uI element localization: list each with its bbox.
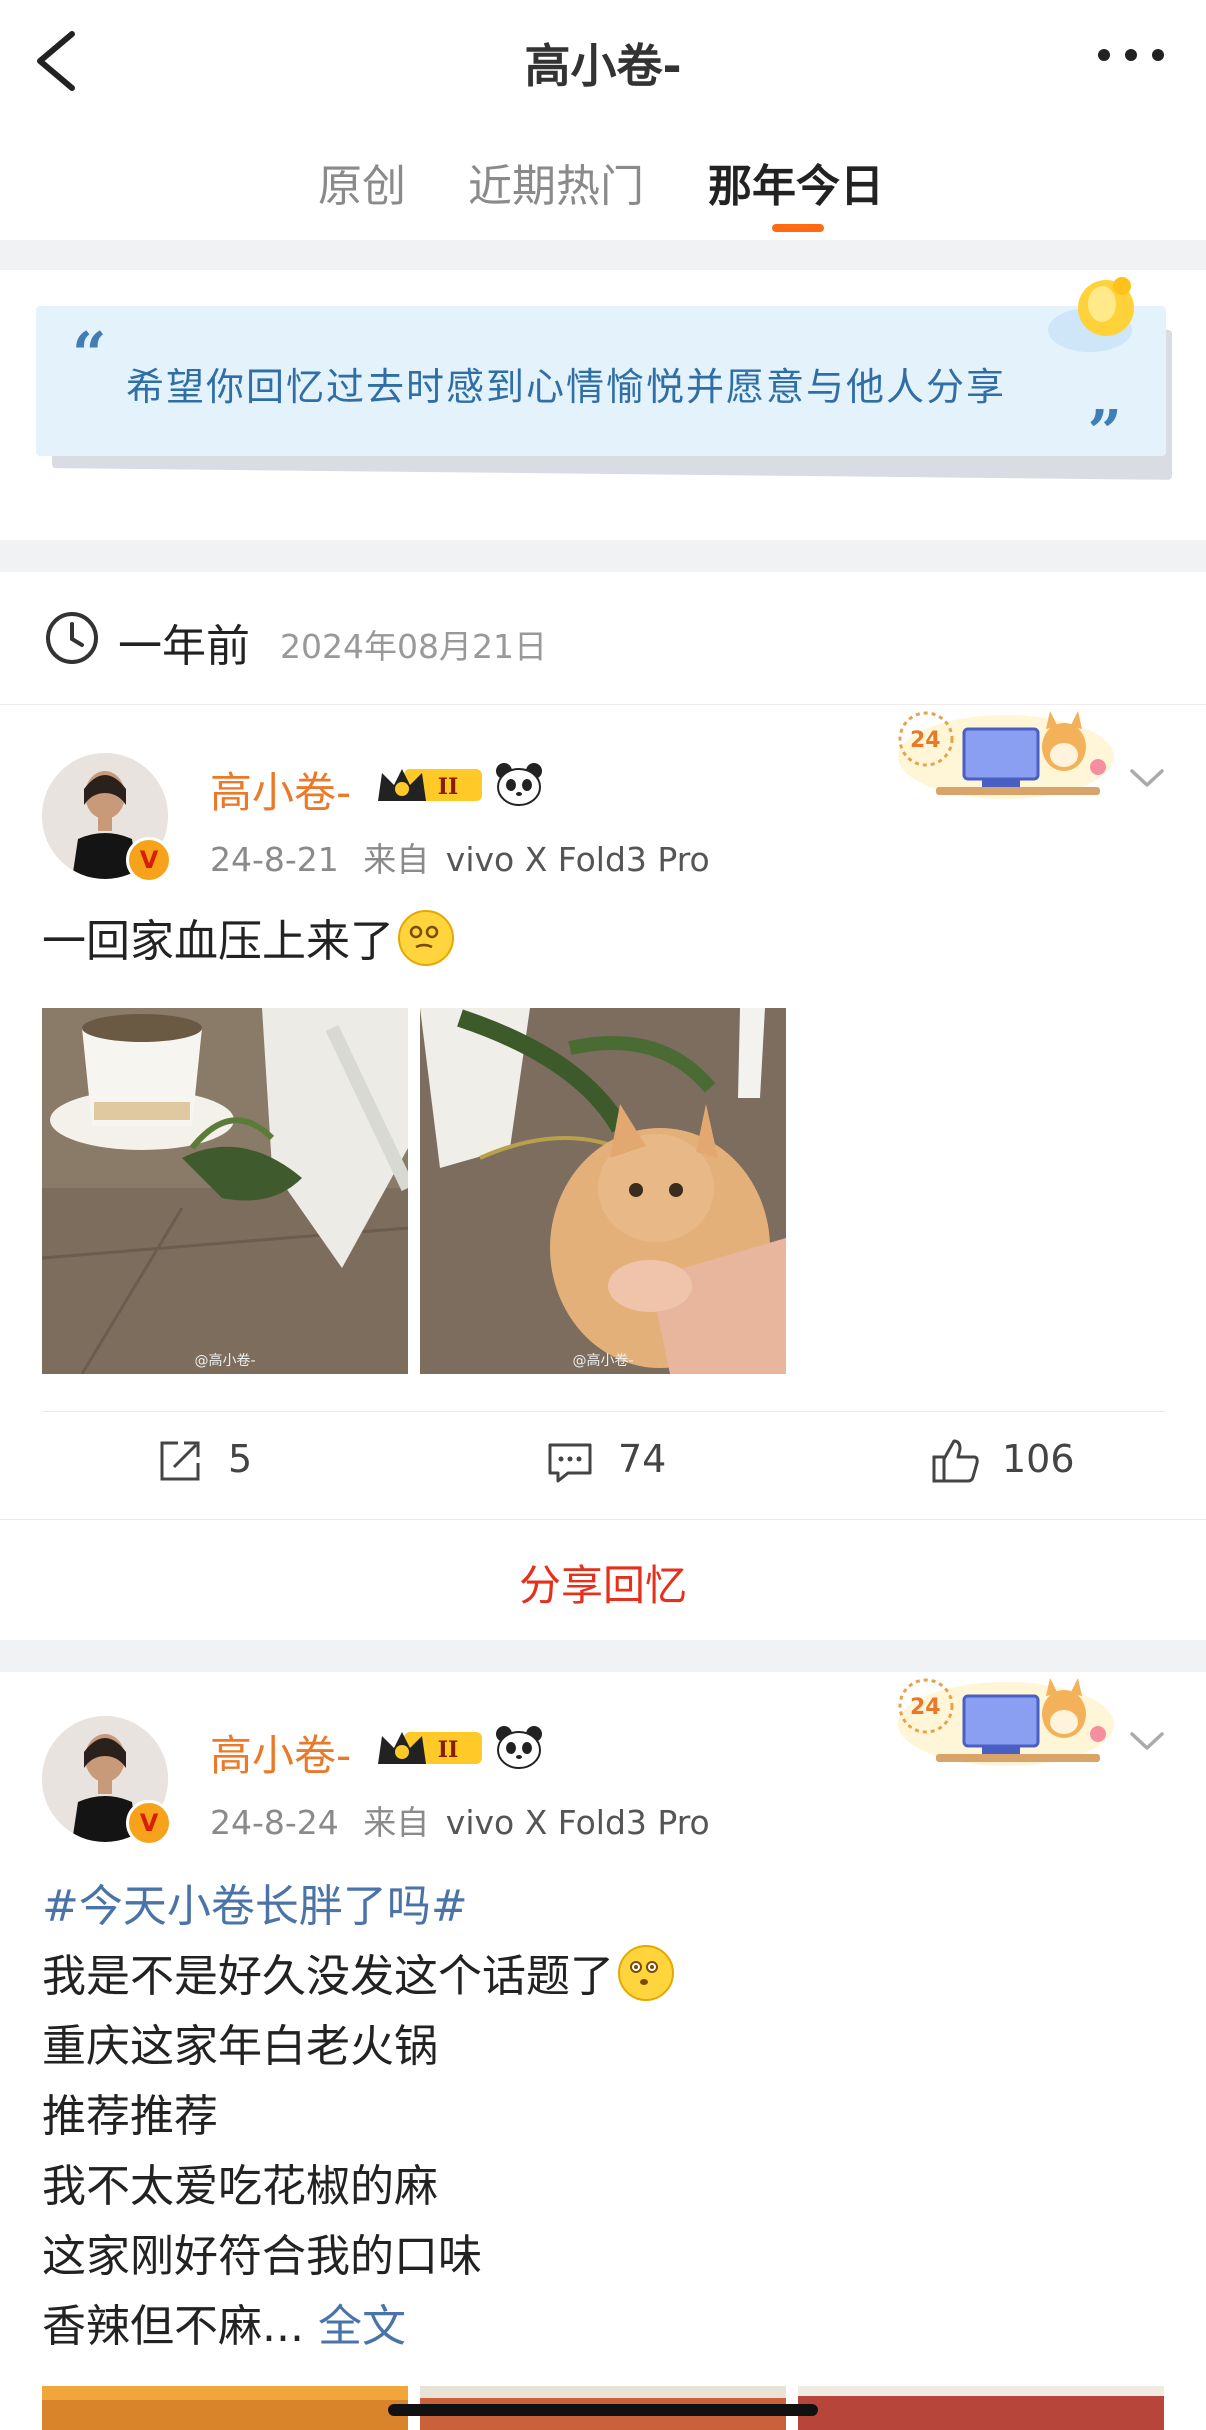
post-date: 24-8-21	[210, 840, 339, 879]
svg-text:II: II	[438, 1737, 459, 1763]
post-line: 香辣但不麻... 全文	[42, 2292, 674, 2362]
section-divider	[0, 240, 1206, 270]
repost-button[interactable]: 5	[156, 1437, 316, 1487]
vip-crown-badge-icon[interactable]: II	[374, 763, 486, 807]
post-author-name[interactable]: 高小卷-	[210, 1722, 351, 1783]
flushed-face-emoji-icon	[618, 1945, 674, 2001]
chevron-down-icon[interactable]	[1126, 1726, 1168, 1756]
post-device[interactable]: vivo X Fold3 Pro	[446, 840, 710, 879]
anniversary-sticker-icon: 24	[898, 1678, 1114, 1766]
tab-bar: 原创 近期热门 那年今日	[0, 122, 1206, 240]
post-line: 我不太爱吃花椒的麻	[42, 2161, 438, 2212]
photo-watermark: @高小卷-	[572, 1353, 634, 1369]
section-date: 2024年08月21日	[280, 627, 547, 666]
banner-text: 希望你回忆过去时感到心情愉悦并愿意与他人分享	[126, 365, 1007, 409]
post-photo[interactable]: @高小卷-	[420, 1008, 786, 1374]
post-line: 推荐推荐	[42, 2091, 218, 2142]
post-line: 这家刚好符合我的口味	[42, 2231, 482, 2282]
top-nav-bar: 高小卷-	[0, 0, 1206, 123]
dizzy-face-emoji-icon	[398, 910, 454, 966]
post-author-name[interactable]: 高小卷-	[210, 759, 351, 820]
post-text: #今天小卷长胖了吗# 我是不是好久没发这个话题了 重庆这家年白老火锅 推荐推荐 …	[42, 1872, 674, 2362]
post-meta: 24-8-24 来自 vivo X Fold3 Pro	[210, 1796, 710, 1844]
action-divider	[42, 1411, 1164, 1412]
tab-on-this-day[interactable]: 那年今日	[708, 150, 884, 214]
hashtag-link[interactable]: #今天小卷长胖了吗#	[42, 1872, 674, 1942]
post-line: 重庆这家年白老火锅	[42, 2021, 438, 2072]
svg-text:24: 24	[910, 1695, 941, 1720]
post-photo[interactable]: @高小卷-	[42, 1008, 408, 1374]
repost-count: 5	[228, 1437, 253, 1481]
like-button[interactable]: 106	[930, 1437, 1130, 1487]
share-divider	[0, 1519, 1206, 1520]
more-options-icon[interactable]	[1096, 40, 1166, 70]
photo-watermark: @高小卷-	[194, 1353, 256, 1369]
section-divider	[0, 540, 1206, 572]
post-date: 24-8-24	[210, 1803, 339, 1842]
post-card[interactable]: V 高小卷- II 24-8-21 来自 vivo X Fold3 Pro 24…	[0, 705, 1206, 1520]
post-text-content: 一回家血压上来了	[42, 916, 394, 967]
comment-count: 74	[618, 1437, 667, 1481]
post-device[interactable]: vivo X Fold3 Pro	[446, 1803, 710, 1842]
thumbs-up-icon	[932, 1439, 979, 1483]
post-text: 一回家血压上来了	[42, 907, 454, 977]
svg-text:II: II	[438, 774, 459, 800]
like-count: 106	[1002, 1437, 1075, 1481]
sticker-number: 24	[910, 728, 941, 753]
vip-crown-badge-icon[interactable]: II	[374, 1726, 486, 1770]
time-section-header: 一年前 2024年08月21日	[0, 572, 1206, 705]
panda-icon	[496, 1726, 542, 1769]
post-photo[interactable]	[798, 2386, 1164, 2430]
comment-icon	[548, 1443, 592, 1483]
repost-icon	[160, 1441, 200, 1481]
post-line: 我是不是好久没发这个话题了	[42, 1942, 674, 2012]
verified-badge-icon: V	[126, 837, 172, 883]
home-indicator	[388, 2404, 818, 2416]
clock-icon	[46, 612, 98, 664]
post-line-text: 香辣但不麻...	[42, 2301, 304, 2352]
tab-original[interactable]: 原创	[318, 150, 406, 214]
full-text-link[interactable]: 全文	[318, 2301, 406, 2352]
post-meta: 24-8-21 来自 vivo X Fold3 Pro	[210, 833, 710, 881]
active-tab-indicator	[772, 224, 824, 232]
post-photo[interactable]	[42, 2386, 408, 2430]
share-memory-button[interactable]: 分享回忆	[0, 1552, 1206, 1613]
post-card[interactable]: V 高小卷- II 24-8-24 来自 vivo X Fold3 Pro 24…	[0, 1672, 1206, 2430]
chevron-down-icon[interactable]	[1126, 763, 1168, 793]
panda-icon	[496, 763, 542, 806]
quote-close-icon: ”	[1087, 398, 1122, 468]
tab-recent-hot[interactable]: 近期热门	[468, 150, 644, 214]
post-line-text: 我是不是好久没发这个话题了	[42, 1951, 614, 2002]
quote-open-icon: “	[72, 320, 107, 390]
post-source-label: 来自	[363, 1803, 430, 1842]
verified-badge-icon: V	[126, 1800, 172, 1846]
section-label: 一年前	[118, 621, 250, 672]
post-source-label: 来自	[363, 840, 430, 879]
page-title: 高小卷-	[524, 39, 682, 93]
bell-decoration-icon	[1048, 277, 1134, 352]
anniversary-sticker-icon: 24	[898, 711, 1114, 799]
memory-banner: “ 希望你回忆过去时感到心情愉悦并愿意与他人分享 ”	[0, 270, 1206, 540]
comment-button[interactable]: 74	[546, 1437, 726, 1487]
banner-card: “ 希望你回忆过去时感到心情愉悦并愿意与他人分享 ”	[36, 306, 1166, 468]
